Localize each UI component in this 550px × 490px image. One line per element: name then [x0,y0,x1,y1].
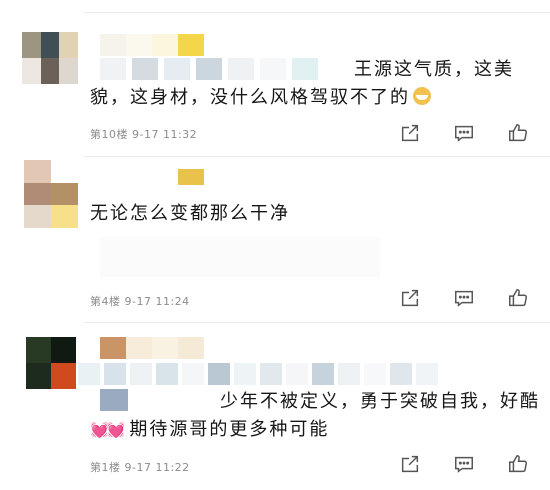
share-icon [401,124,419,142]
avatar[interactable] [24,160,78,228]
comment-meta: 第10楼 9-17 11:32 [90,126,197,142]
avatar[interactable] [22,32,78,84]
reply-button[interactable] [452,122,476,144]
username-blurred[interactable] [100,34,204,56]
comment-item-3: 少年不被定义，勇于突破自我，好酷 💓💓 期待源哥的更多种可能 第1楼 9-17 1… [0,323,550,490]
comment-date: 9-17 [124,461,152,474]
comment-icon [455,290,473,307]
reply-button[interactable] [452,453,476,475]
username-blurred[interactable] [100,337,204,359]
comment-actions [398,122,530,144]
like-button[interactable] [506,122,530,144]
blurred-content [78,363,478,385]
comment-text: 王源这气质，这美 [354,55,514,85]
comment-time: 11:32 [162,128,198,141]
floor-number: 第10楼 [90,128,128,141]
grinning-face-icon [413,87,431,105]
reply-button[interactable] [452,287,476,309]
comment-icon [455,125,473,142]
comment-actions [398,287,530,309]
blurred-content [100,389,128,411]
blurred-content [100,58,335,80]
comment-text-line-1: 少年不被定义，勇于突破自我，好酷 [220,391,540,412]
comment-text-line-2-wrap: 貌，这身材，没什么风格驾驭不了的 [90,83,431,113]
username-blurred[interactable] [178,169,204,191]
share-button[interactable] [398,122,422,144]
comment-meta: 第4楼 9-17 11:24 [90,293,190,309]
like-button[interactable] [506,287,530,309]
comment-date: 9-17 [124,295,152,308]
comment-text: 少年不被定义，勇于突破自我，好酷 [220,387,540,417]
comment-item-1: 王源这气质，这美 貌，这身材，没什么风格驾驭不了的 第10楼 9-17 11:3… [0,0,550,160]
comment-text-line-1: 王源这气质，这美 [354,59,514,80]
comment-text-line-2-wrap: 💓💓 期待源哥的更多种可能 [90,415,329,445]
share-button[interactable] [398,287,422,309]
comment-time: 11:22 [155,461,190,474]
share-icon [401,289,419,307]
floor-number: 第1楼 [90,461,121,474]
share-button[interactable] [398,453,422,475]
share-icon [401,455,419,473]
comment-text: 无论怎么变都那么干净 [90,199,290,229]
thumbs-up-icon [509,455,527,473]
thumbs-up-icon [509,289,527,307]
comment-icon [455,456,473,473]
like-button[interactable] [506,453,530,475]
comment-date: 9-17 [132,128,159,141]
comment-text-line-2: 期待源哥的更多种可能 [129,419,330,440]
comment-time: 11:24 [155,295,190,308]
blurred-content [100,237,380,277]
avatar[interactable] [26,337,76,389]
sparkling-heart-icon: 💓💓 [90,421,125,439]
comment-meta: 第1楼 9-17 11:22 [90,459,190,475]
comment-actions [398,453,530,475]
comment-item-2: 无论怎么变都那么干净 第4楼 9-17 11:24 [0,157,550,325]
thumbs-up-icon [509,124,527,142]
comment-text-line-2: 貌，这身材，没什么风格驾驭不了的 [90,87,410,108]
comment-text-line-1: 无论怎么变都那么干净 [90,203,290,224]
floor-number: 第4楼 [90,295,121,308]
